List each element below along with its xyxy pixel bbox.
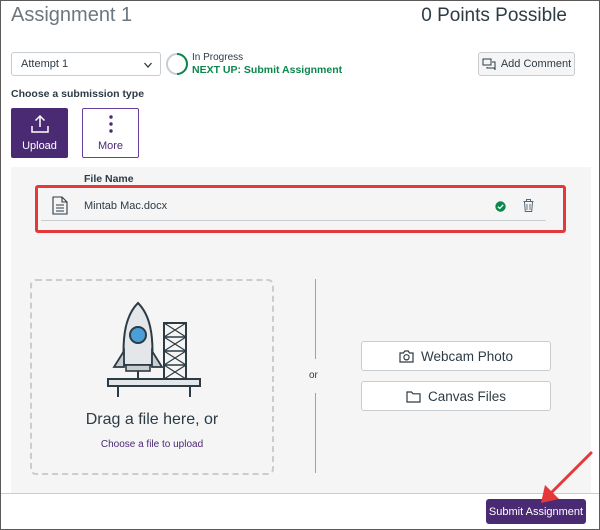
assignment-page: Assignment 1 0 Points Possible Attempt 1… xyxy=(0,0,600,530)
upload-icon xyxy=(30,114,49,133)
arrow-annotation-icon xyxy=(541,451,593,503)
file-drop-zone[interactable]: Drag a file here, or Choose a file to up… xyxy=(30,279,274,475)
upload-type-label: Upload xyxy=(22,140,57,152)
next-step-label: NEXT UP: Submit Assignment xyxy=(192,64,343,76)
canvas-files-button[interactable]: Canvas Files xyxy=(361,381,551,411)
divider-bottom xyxy=(315,393,316,473)
comment-icon xyxy=(482,58,496,70)
file-highlight-box xyxy=(35,185,566,233)
chevron-down-icon xyxy=(144,62,152,68)
or-separator: or xyxy=(309,370,318,381)
add-comment-button[interactable]: Add Comment xyxy=(478,52,575,76)
add-comment-label: Add Comment xyxy=(500,58,572,70)
camera-icon xyxy=(399,349,414,363)
canvas-files-label: Canvas Files xyxy=(427,388,507,404)
webcam-photo-button[interactable]: Webcam Photo xyxy=(361,341,551,371)
choose-file-link[interactable]: Choose a file to upload xyxy=(32,439,272,450)
submission-type-heading: Choose a submission type xyxy=(11,88,145,100)
more-type-button[interactable]: More xyxy=(82,108,139,158)
progress-status: In Progress xyxy=(192,52,244,63)
more-vertical-icon xyxy=(108,115,113,133)
attempt-select-value: Attempt 1 xyxy=(21,58,69,70)
points-possible: 0 Points Possible xyxy=(421,5,567,26)
rocket-launch-icon xyxy=(107,301,201,397)
folder-icon xyxy=(406,390,421,403)
drop-zone-title: Drag a file here, or xyxy=(85,411,219,428)
attempt-select[interactable]: Attempt 1 xyxy=(11,52,161,76)
page-title: Assignment 1 xyxy=(11,4,133,26)
webcam-photo-label: Webcam Photo xyxy=(420,348,514,364)
footer-divider xyxy=(1,493,599,494)
file-name-header: File Name xyxy=(84,173,134,185)
divider-top xyxy=(315,279,316,359)
more-type-label: More xyxy=(97,140,124,152)
upload-type-button[interactable]: Upload xyxy=(11,108,68,158)
progress-ring-icon xyxy=(166,53,188,75)
